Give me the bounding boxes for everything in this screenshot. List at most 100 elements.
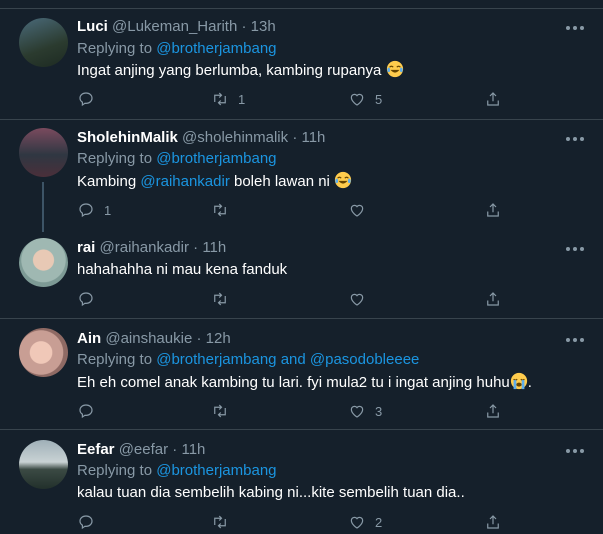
more-options-icon[interactable] (566, 334, 588, 346)
like-count: 5 (375, 91, 383, 107)
tweet-text-content: Kambing (77, 173, 137, 190)
tweet-text-content: . (527, 374, 532, 391)
tweet-text: Kambing @raihankadir boleh lawan ni (77, 171, 352, 192)
share-button[interactable] (484, 401, 502, 421)
retweet-icon (214, 292, 226, 306)
timestamp[interactable]: 11h (181, 441, 205, 458)
author-handle[interactable]: @raihankadir (100, 239, 189, 256)
more-options-icon[interactable] (566, 133, 588, 145)
avatar[interactable] (19, 128, 68, 177)
author-name[interactable]: rai (77, 239, 95, 256)
like-button[interactable] (348, 200, 375, 220)
mention-link[interactable]: @raihankadir (140, 173, 229, 190)
retweet-button[interactable] (211, 289, 238, 309)
tweet-eefar[interactable]: Eefar @eefar · 11h Replying to @brotherj… (0, 429, 603, 534)
share-button[interactable] (484, 89, 502, 109)
author-name[interactable]: Eefar (77, 441, 115, 458)
joy-emoji-icon (334, 171, 352, 189)
author-handle[interactable]: @Lukeman_Harith (112, 18, 237, 35)
mention-link[interactable]: @pasodobleeee (310, 351, 419, 368)
replying-to-label: Replying to (77, 462, 153, 479)
reply-button[interactable]: 1 (77, 200, 111, 220)
separator: · (292, 129, 298, 146)
like-button[interactable]: 3 (348, 401, 382, 421)
reply-button[interactable] (77, 401, 104, 421)
share-icon (487, 404, 499, 418)
reply-button[interactable] (77, 89, 104, 109)
separator: · (193, 239, 199, 256)
timestamp[interactable]: 12h (206, 330, 231, 347)
avatar[interactable] (19, 328, 68, 377)
separator: · (172, 441, 178, 458)
mention-link[interactable]: @brotherjambang (156, 351, 276, 368)
tweet-text-content: Ingat anjing yang berlumba, kambing rupa… (77, 62, 382, 79)
reply-button[interactable] (77, 289, 104, 309)
timestamp[interactable]: 11h (202, 239, 226, 256)
tweet-text: Ingat anjing yang berlumba, kambing rupa… (77, 60, 404, 81)
thread-line (42, 182, 44, 232)
heart-icon (350, 516, 364, 529)
mention-and-label: and (280, 351, 306, 368)
author-name[interactable]: Luci (77, 18, 108, 35)
tweet-luci[interactable]: Luci @Lukeman_Harith · 13h Replying to @… (0, 0, 603, 119)
tweet-ain[interactable]: Ain @ainshaukie · 12h Replying to @broth… (0, 318, 603, 429)
reply-icon (79, 203, 93, 218)
share-icon (487, 292, 499, 306)
reply-count: 1 (104, 202, 112, 218)
reply-icon (79, 292, 93, 307)
like-count: 2 (375, 514, 383, 530)
avatar[interactable] (19, 238, 68, 287)
retweet-button[interactable] (211, 200, 238, 220)
retweet-button[interactable] (211, 512, 238, 532)
author-handle[interactable]: @ainshaukie (105, 330, 192, 347)
retweet-count: 1 (238, 91, 246, 107)
retweet-icon (214, 515, 226, 529)
tweet-text-content: kalau tuan dia sembelih kabing ni...kite… (77, 484, 465, 501)
like-button[interactable]: 5 (348, 89, 382, 109)
timestamp[interactable]: 11h (301, 129, 325, 146)
author-handle[interactable]: @eefar (119, 441, 168, 458)
share-icon (487, 92, 499, 106)
timestamp[interactable]: 13h (251, 18, 276, 35)
avatar[interactable] (19, 440, 68, 489)
retweet-icon (214, 92, 226, 106)
like-count: 3 (375, 403, 383, 419)
share-button[interactable] (484, 512, 502, 532)
mention-link[interactable]: @brotherjambang (156, 462, 276, 479)
separator: · (196, 330, 202, 347)
reply-icon (79, 515, 93, 530)
heart-icon (350, 204, 364, 217)
reply-icon (79, 404, 93, 419)
tweet-text: kalau tuan dia sembelih kabing ni...kite… (77, 483, 465, 503)
mention-link[interactable]: @brotherjambang (156, 150, 276, 167)
reply-button[interactable] (77, 512, 104, 532)
retweet-icon (214, 404, 226, 418)
author-handle[interactable]: @sholehinmalik (182, 129, 288, 146)
tweet-rai[interactable]: rai @raihankadir · 11h hahahahha ni mau … (0, 229, 603, 318)
replying-to-label: Replying to (77, 150, 153, 167)
replying-to-label: Replying to (77, 40, 153, 57)
more-options-icon[interactable] (566, 445, 588, 457)
retweet-icon (214, 203, 226, 217)
author-name[interactable]: Ain (77, 330, 101, 347)
author-name[interactable]: SholehinMalik (77, 129, 178, 146)
joy-emoji-icon (386, 60, 403, 78)
heart-icon (350, 293, 364, 306)
share-button[interactable] (484, 200, 502, 220)
tweet-text: Eh eh comel anak kambing tu lari. fyi mu… (77, 372, 532, 393)
retweet-button[interactable] (211, 401, 238, 421)
share-button[interactable] (484, 289, 502, 309)
more-options-icon[interactable] (566, 243, 588, 255)
more-options-icon[interactable] (566, 22, 588, 34)
heart-icon (350, 93, 364, 106)
like-button[interactable] (348, 289, 375, 309)
like-button[interactable]: 2 (348, 512, 382, 532)
avatar[interactable] (19, 18, 68, 67)
tweet-sholehinmalik[interactable]: SholehinMalik @sholehinmalik · 11h Reply… (0, 119, 603, 232)
heart-icon (350, 405, 364, 418)
replying-to-label: Replying to (77, 351, 153, 368)
tweet-text-content: hahahahha ni mau kena fanduk (77, 261, 288, 278)
retweet-button[interactable]: 1 (211, 89, 245, 109)
mention-link[interactable]: @brotherjambang (156, 40, 276, 57)
tweet-text-content: Eh eh comel anak kambing tu lari. fyi mu… (77, 374, 510, 391)
